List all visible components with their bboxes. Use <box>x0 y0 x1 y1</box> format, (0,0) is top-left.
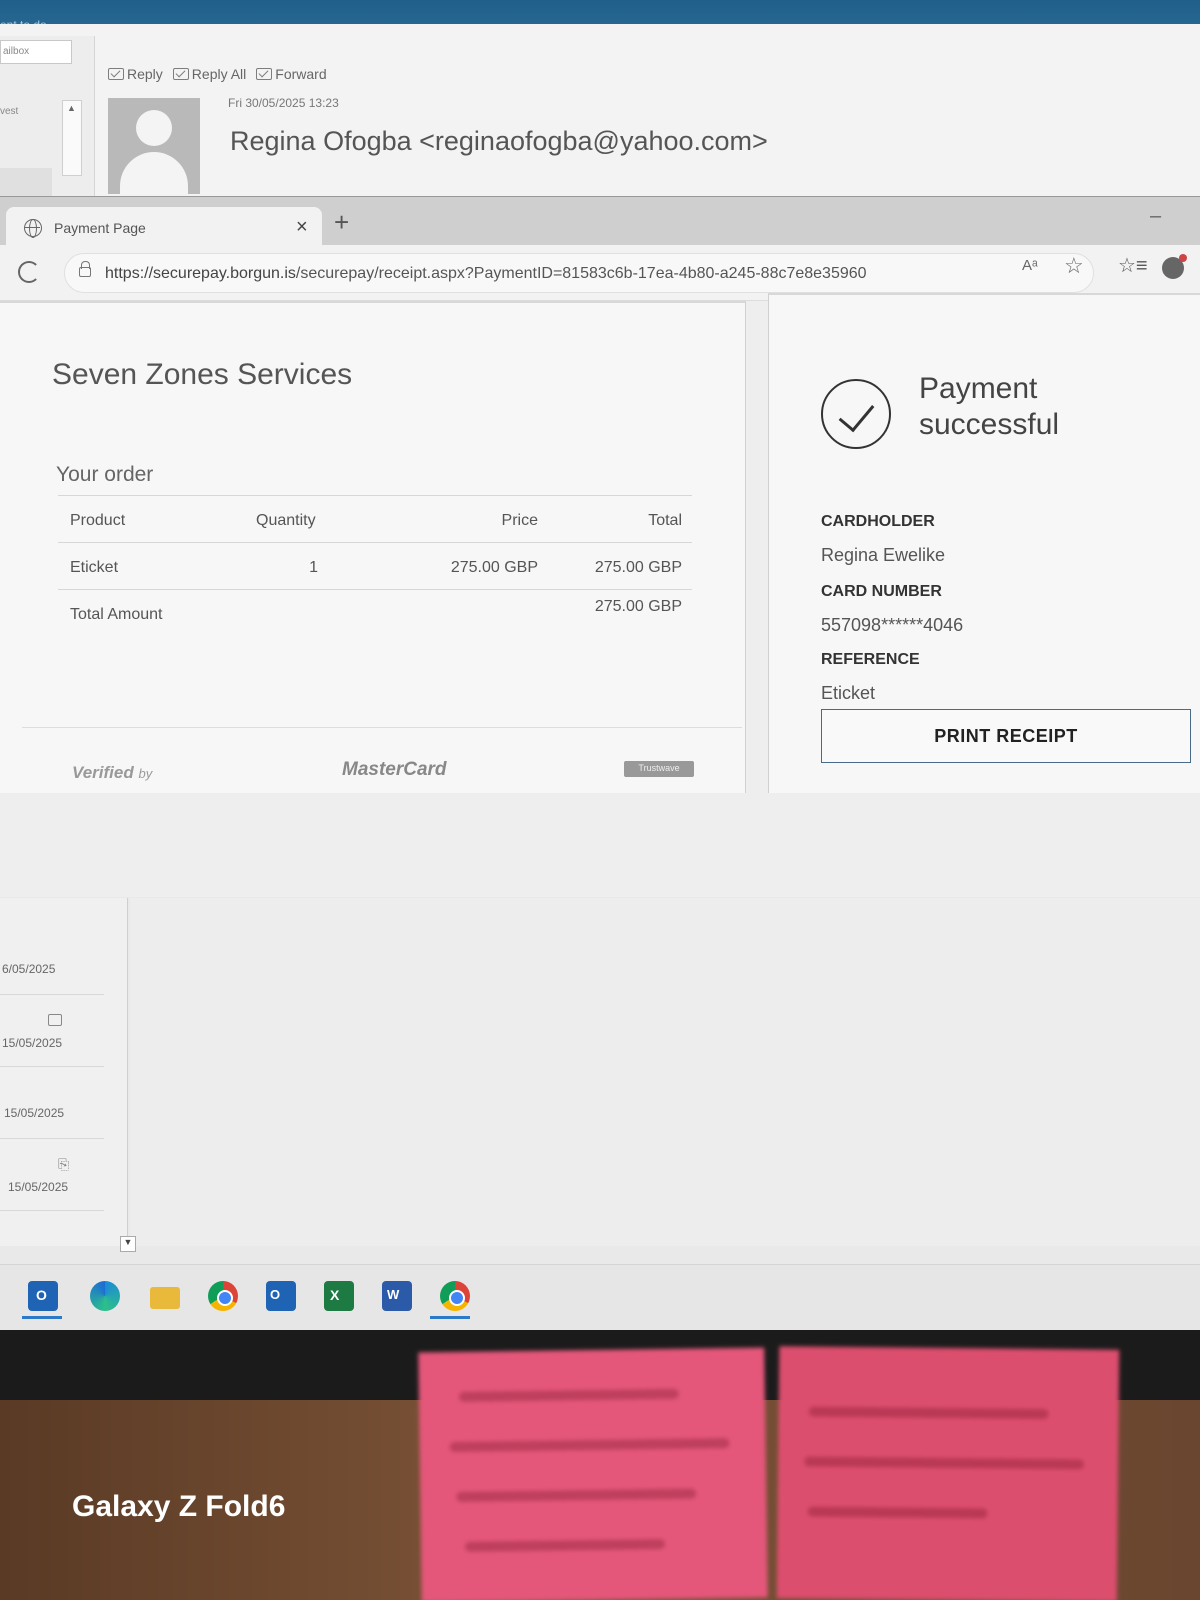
outlook-classic-icon[interactable] <box>266 1281 296 1311</box>
minimize-button[interactable]: – <box>1150 205 1161 228</box>
reply-all-label: Reply All <box>191 66 247 82</box>
total-value: 275.00 GBP <box>594 598 682 615</box>
reply-button[interactable]: Reply <box>108 66 163 82</box>
file-explorer-icon[interactable] <box>150 1287 180 1309</box>
reply-icon <box>108 68 124 80</box>
edge-browser-icon[interactable] <box>90 1281 120 1311</box>
reply-all-icon <box>172 68 189 80</box>
reply-all-button[interactable]: Reply All <box>172 66 247 82</box>
list-date[interactable]: 15/05/2025 <box>8 1180 68 1194</box>
active-app-indicator <box>22 1316 62 1319</box>
sort-button[interactable]: vest <box>0 106 18 117</box>
item-price: 275.00 GBP <box>450 559 538 576</box>
item-total: 275.00 GBP <box>594 559 682 576</box>
mailbox-select[interactable]: ailbox <box>0 40 72 64</box>
message-list: 6/05/2025 15/05/2025 15/05/2025 ⎘ 15/05/… <box>0 898 128 1246</box>
mastercard-logo: MasterCard <box>342 759 447 780</box>
reading-pane-body <box>130 898 1200 1246</box>
trustwave-badge[interactable]: Trustwave <box>624 761 694 777</box>
col-product: Product <box>70 512 126 529</box>
card-number-value: 557098******4046 <box>821 615 964 635</box>
cardholder-value: Regina Ewelike <box>821 545 946 565</box>
tab-payment-page[interactable]: Payment Page × <box>6 207 322 247</box>
reference-label: REFERENCE <box>821 651 920 668</box>
active-app-indicator <box>430 1316 470 1319</box>
total-label: Total Amount <box>70 606 163 623</box>
item-quantity: 1 <box>309 559 318 576</box>
scroll-down-icon[interactable]: ▼ <box>120 1236 136 1252</box>
forward-button[interactable]: Forward <box>256 66 327 82</box>
forward-icon <box>256 68 273 80</box>
attachment-icon: ⎘ <box>58 1156 70 1172</box>
print-receipt-button[interactable]: PRINT RECEIPT <box>821 709 1191 763</box>
reply-label: Reply <box>127 66 163 82</box>
merchant-name: Seven Zones Services <box>52 358 353 391</box>
order-card: Seven Zones Services Your order Product … <box>0 301 746 793</box>
sender-name[interactable]: Regina Ofogba <reginaofogba@yahoo.com> <box>230 126 768 157</box>
chrome-icon[interactable] <box>440 1281 470 1311</box>
reference-value: Eticket <box>821 683 876 703</box>
replied-icon <box>48 1014 62 1026</box>
message-actions: Reply Reply All Forward <box>108 66 327 82</box>
word-icon[interactable] <box>382 1281 412 1311</box>
taskbar <box>0 1264 1200 1330</box>
tab-bar: Payment Page × + – <box>0 197 1200 247</box>
url-text: https://securepay.borgun.is/securepay/re… <box>105 265 867 283</box>
outlook-app-icon[interactable] <box>28 1281 58 1311</box>
read-aloud-icon[interactable]: Aᵃ <box>1022 257 1038 274</box>
sticky-note <box>776 1346 1120 1600</box>
list-date[interactable]: 15/05/2025 <box>4 1106 64 1120</box>
check-circle-icon <box>821 379 891 449</box>
col-price: Price <box>501 512 538 529</box>
monitor-screen: ent to do... ailbox vest ▲ Reply Reply A… <box>0 0 1200 1330</box>
cardholder-label: CARDHOLDER <box>821 513 935 530</box>
col-quantity: Quantity <box>256 512 316 529</box>
excel-icon[interactable] <box>324 1281 354 1311</box>
list-date[interactable]: 6/05/2025 <box>2 962 55 976</box>
close-tab-icon[interactable]: × <box>296 216 308 239</box>
sent-date: Fri 30/05/2025 13:23 <box>228 96 339 110</box>
scroll-up-icon[interactable]: ▲ <box>67 103 76 113</box>
reload-icon[interactable] <box>18 261 40 283</box>
sender-avatar <box>108 98 200 194</box>
forward-label: Forward <box>275 66 327 82</box>
browser-window: Payment Page × + – https://securepay.bor… <box>0 196 1200 897</box>
favorites-icon[interactable]: ☆≡ <box>1118 253 1148 278</box>
camera-watermark: Galaxy Z Fold6 <box>72 1490 286 1523</box>
url-field[interactable]: https://securepay.borgun.is/securepay/re… <box>64 253 1094 293</box>
col-total: Total <box>648 512 682 529</box>
payment-status-title: Payment successful <box>919 372 1060 441</box>
url-host: https://securepay.borgun.is <box>105 265 296 282</box>
sticky-note <box>418 1347 768 1600</box>
list-date[interactable]: 15/05/2025 <box>2 1036 62 1050</box>
payment-status-card: Payment successful CARDHOLDER Regina Ewe… <box>768 293 1200 793</box>
order-table: Product Quantity Price Total Eticket 1 2… <box>58 495 692 636</box>
card-number-label: CARD NUMBER <box>821 583 942 600</box>
verified-by-visa-logo: Verified by <box>72 763 153 782</box>
favorite-star-icon[interactable]: ☆ <box>1064 253 1084 279</box>
profile-avatar-icon[interactable] <box>1162 254 1187 279</box>
globe-icon <box>24 219 42 238</box>
footer-divider <box>22 727 742 728</box>
order-table-header: Product Quantity Price Total <box>58 495 692 542</box>
new-tab-button[interactable]: + <box>334 209 349 235</box>
order-heading: Your order <box>56 463 154 486</box>
list-scrollbar[interactable]: ▲ <box>62 100 82 176</box>
chrome-icon[interactable] <box>208 1281 238 1311</box>
url-path: /securepay/receipt.aspx?PaymentID=81583c… <box>295 265 867 282</box>
table-row: Eticket 1 275.00 GBP 275.00 GBP <box>58 542 692 589</box>
total-row: Total Amount 275.00 GBP <box>58 589 692 636</box>
lock-icon[interactable] <box>79 261 91 277</box>
tab-title: Payment Page <box>54 220 146 236</box>
item-product: Eticket <box>70 559 119 576</box>
